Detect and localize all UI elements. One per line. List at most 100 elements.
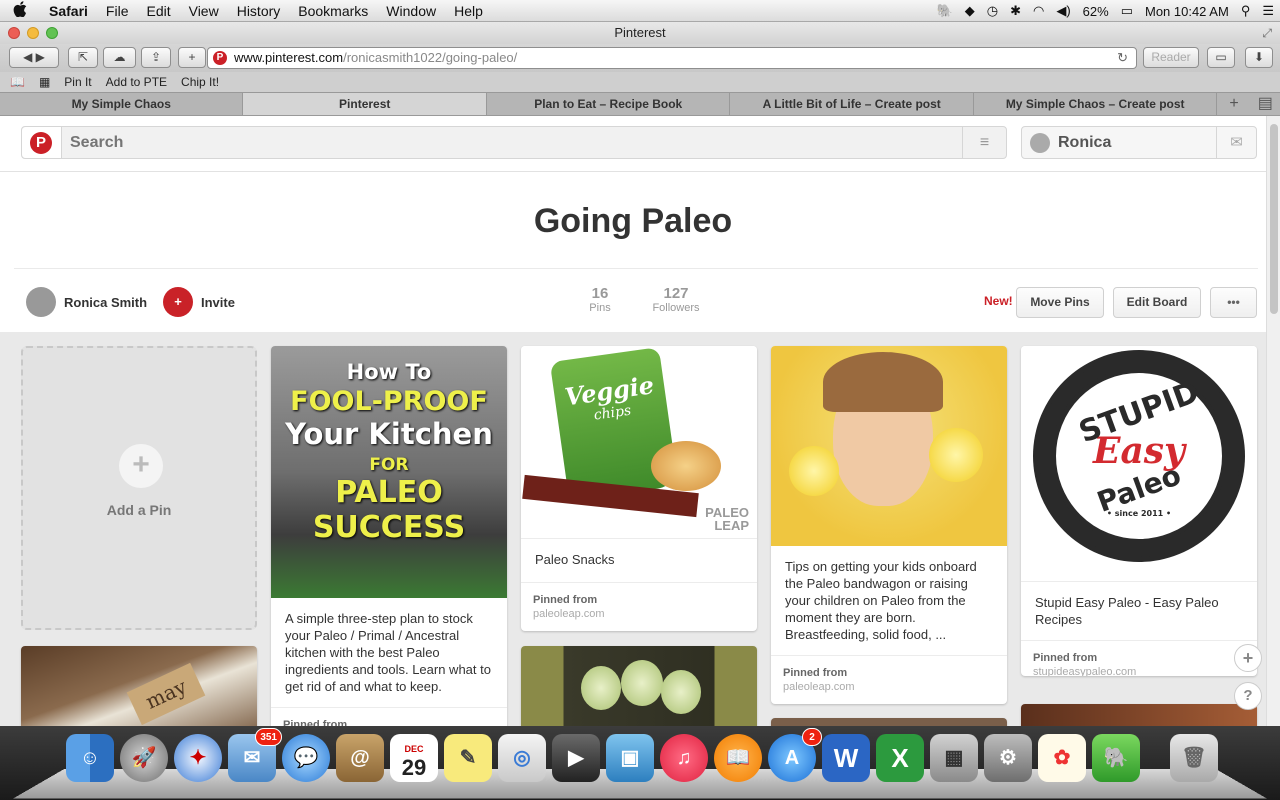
pin-card-stupid-easy-paleo[interactable]: STUPID Easy Paleo • since 2011 • Stupid … bbox=[1021, 346, 1257, 676]
more-options-button[interactable]: ••• bbox=[1210, 287, 1257, 318]
notifications-icon[interactable]: ✉ bbox=[1216, 127, 1256, 158]
back-forward-buttons[interactable]: ◀ ▶ bbox=[9, 47, 59, 68]
pins-stat[interactable]: 16 Pins bbox=[584, 285, 616, 314]
invite-button[interactable]: + Invite bbox=[163, 287, 235, 317]
tab-plan-to-eat[interactable]: Plan to Eat – Recipe Book bbox=[487, 93, 731, 115]
calendar-icon[interactable]: DEC 29 bbox=[390, 734, 438, 782]
pin-card-partial[interactable] bbox=[771, 718, 1007, 726]
bluetooth-icon[interactable]: ✱ bbox=[1004, 3, 1027, 19]
notes-icon[interactable]: ✎ bbox=[444, 734, 492, 782]
maps-icon[interactable]: ◎ bbox=[498, 734, 546, 782]
wifi-icon[interactable]: ◠ bbox=[1027, 3, 1050, 19]
downloads-button[interactable]: ⬇ bbox=[1245, 47, 1273, 68]
new-tab-button[interactable]: + bbox=[178, 47, 206, 68]
menu-safari[interactable]: Safari bbox=[40, 0, 97, 22]
excel-icon[interactable]: X bbox=[876, 734, 924, 782]
iphoto-icon[interactable]: ▣ bbox=[606, 734, 654, 782]
user-menu[interactable]: Ronica ✉ bbox=[1021, 126, 1257, 159]
help-button[interactable]: ? bbox=[1234, 682, 1262, 710]
pin-source[interactable]: Pinned from paleoleap.com bbox=[771, 655, 1007, 704]
safari-icon[interactable]: ✦ bbox=[174, 734, 222, 782]
page-scrollbar[interactable] bbox=[1266, 116, 1280, 726]
pin-source[interactable]: Pinned from bbox=[271, 707, 507, 726]
word-icon[interactable]: W bbox=[822, 734, 870, 782]
reading-list-button[interactable]: ▭ bbox=[1207, 47, 1235, 68]
floating-add-button[interactable]: + bbox=[1234, 644, 1262, 672]
dropbox-status-icon[interactable]: ◆ bbox=[959, 3, 981, 19]
pin-card-paleo-snacks[interactable]: Veggie chips PALEO LEAP Paleo Snacks Pin… bbox=[521, 346, 757, 631]
pin-card-kids-paleo[interactable]: Tips on getting your kids onboard the Pa… bbox=[771, 346, 1007, 704]
bookmark-pin-it[interactable]: Pin It bbox=[64, 75, 91, 89]
pin-image-girl-lemons[interactable] bbox=[771, 346, 1007, 546]
tab-overview-icon[interactable]: ▤ bbox=[1251, 93, 1280, 115]
menu-help[interactable]: Help bbox=[445, 0, 492, 22]
bookmark-chip-it[interactable]: Chip It! bbox=[181, 75, 219, 89]
color-app-icon[interactable]: ✿ bbox=[1038, 734, 1086, 782]
menu-edit[interactable]: Edit bbox=[137, 0, 179, 22]
scrollbar-thumb[interactable] bbox=[1270, 124, 1278, 314]
menu-file[interactable]: File bbox=[97, 0, 138, 22]
pin-image-cabbage-rolls[interactable] bbox=[521, 646, 757, 726]
calculator-icon[interactable]: ▦ bbox=[930, 734, 978, 782]
minimize-window-icon[interactable] bbox=[27, 27, 39, 39]
fullscreen-icon[interactable]: ⤢ bbox=[1262, 22, 1272, 44]
launchpad-icon[interactable]: 🚀 bbox=[120, 734, 168, 782]
followers-stat[interactable]: 127 Followers bbox=[650, 285, 702, 314]
pinterest-logo-button[interactable]: P bbox=[22, 127, 62, 158]
evernote-status-icon[interactable]: 🐘 bbox=[931, 3, 959, 19]
address-bar[interactable]: P www.pinterest.com/ronicasmith1022/goin… bbox=[207, 47, 1137, 69]
bookmark-add-to-pte[interactable]: Add to PTE bbox=[106, 75, 167, 89]
ibooks-icon[interactable]: 📖 bbox=[714, 734, 762, 782]
trash-icon[interactable]: 🗑 bbox=[1170, 734, 1218, 782]
close-window-icon[interactable] bbox=[8, 27, 20, 39]
pin-card-kitchen[interactable]: How To FOOL-PROOF Your Kitchen FOR PALEO… bbox=[271, 346, 507, 726]
reader-button[interactable]: Reader bbox=[1143, 47, 1199, 68]
battery-percent[interactable]: 62% bbox=[1077, 4, 1115, 19]
pin-image-kitchen[interactable]: How To FOOL-PROOF Your Kitchen FOR PALEO… bbox=[271, 346, 507, 598]
menu-history[interactable]: History bbox=[228, 0, 290, 22]
forward-icon[interactable]: ▶ bbox=[36, 50, 45, 64]
icloud-tabs-button[interactable]: ☁ bbox=[103, 47, 136, 68]
finder-icon[interactable]: ☺ bbox=[66, 734, 114, 782]
move-pins-button[interactable]: Move Pins bbox=[1016, 287, 1104, 318]
edit-board-button[interactable]: Edit Board bbox=[1113, 287, 1201, 318]
time-machine-icon[interactable]: ◷ bbox=[981, 3, 1004, 19]
tab-my-simple-chaos[interactable]: My Simple Chaos bbox=[0, 93, 244, 115]
top-sites-grid-icon[interactable]: ▦ bbox=[39, 75, 50, 89]
pin-source[interactable]: Pinned from stupideasypaleo.com bbox=[1021, 640, 1257, 676]
zoom-window-icon[interactable] bbox=[46, 27, 58, 39]
menu-window[interactable]: Window bbox=[377, 0, 445, 22]
pin-card-jar[interactable]: may bbox=[21, 646, 257, 726]
system-preferences-icon[interactable]: ⚙ bbox=[984, 734, 1032, 782]
bookmarks-book-icon[interactable]: 📖 bbox=[10, 75, 25, 89]
menubar-clock[interactable]: Mon 10:42 AM bbox=[1139, 4, 1235, 19]
pin-image-jar[interactable]: may bbox=[21, 646, 257, 726]
share-button[interactable]: ⇪ bbox=[141, 47, 171, 68]
pin-card-cabbage-rolls[interactable] bbox=[521, 646, 757, 726]
board-owner[interactable]: Ronica Smith bbox=[26, 287, 147, 317]
app-store-icon[interactable]: A2 bbox=[768, 728, 822, 782]
add-pin-card[interactable]: + Add a Pin bbox=[21, 346, 257, 630]
spotlight-icon[interactable]: ⚲ bbox=[1235, 3, 1257, 19]
pin-source[interactable]: Pinned from paleoleap.com bbox=[521, 582, 757, 631]
search-input[interactable] bbox=[70, 127, 950, 158]
tab-pinterest[interactable]: Pinterest bbox=[243, 93, 487, 115]
contacts-icon[interactable]: @ bbox=[336, 734, 384, 782]
pin-card-partial-right[interactable] bbox=[1021, 704, 1257, 726]
menu-view[interactable]: View bbox=[180, 0, 228, 22]
volume-icon[interactable]: ◀) bbox=[1050, 3, 1076, 19]
pin-image-veggie-chips[interactable]: Veggie chips PALEO LEAP bbox=[521, 346, 757, 538]
new-tab-plus-icon[interactable]: + bbox=[1217, 93, 1250, 115]
pin-image-stupid-easy-paleo-logo[interactable]: STUPID Easy Paleo • since 2011 • bbox=[1021, 346, 1257, 581]
tab-my-simple-chaos-create-post[interactable]: My Simple Chaos – Create post bbox=[974, 93, 1218, 115]
evernote-icon[interactable]: 🐘 bbox=[1092, 734, 1140, 782]
apple-menu-icon[interactable] bbox=[0, 0, 40, 21]
categories-menu-button[interactable]: ≡ bbox=[962, 127, 1006, 158]
top-sites-button[interactable]: ⇱ bbox=[68, 47, 98, 68]
tab-a-little-bit-of-life[interactable]: A Little Bit of Life – Create post bbox=[730, 93, 974, 115]
battery-icon[interactable]: ▭ bbox=[1115, 3, 1139, 19]
back-icon[interactable]: ◀ bbox=[23, 50, 32, 64]
facetime-icon[interactable]: ▶ bbox=[552, 734, 600, 782]
notification-center-icon[interactable]: ☰ bbox=[1256, 3, 1280, 19]
messages-icon[interactable]: 💬 bbox=[282, 734, 330, 782]
